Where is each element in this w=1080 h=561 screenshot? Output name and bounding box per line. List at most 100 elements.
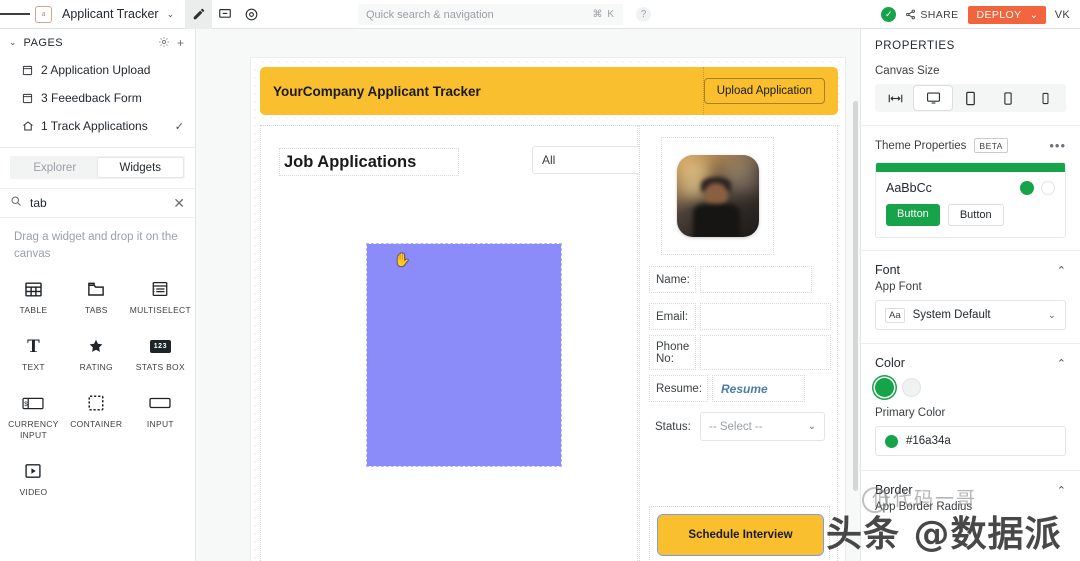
theme-properties-label: Theme Properties [875, 139, 967, 152]
canvas-size-section: Canvas Size [861, 61, 1080, 112]
canvas-area[interactable]: YourCompany Applicant Tracker Upload App… [196, 29, 860, 561]
theme-button-filled[interactable]: Button [886, 204, 940, 226]
chevron-up-icon[interactable]: ⌃ [1057, 484, 1066, 497]
border-section-header[interactable]: Border ⌃ [861, 471, 1080, 497]
canvas-scrollbar[interactable] [853, 101, 858, 491]
primary-color-field[interactable]: #16a34a [875, 426, 1066, 456]
color-section-header[interactable]: Color ⌃ [861, 344, 1080, 370]
widget-tabs[interactable]: TABS [65, 271, 128, 326]
theme-preview-card[interactable]: AaBbCc Button Button [875, 162, 1066, 238]
widget-drop-placeholder[interactable]: ✋ [366, 243, 562, 467]
widget-input[interactable]: INPUT [128, 385, 193, 451]
widget-table[interactable]: TABLE [2, 271, 65, 326]
app-root: a Applicant Tracker ⌄ Quick search & nav… [0, 0, 1080, 561]
widget-multiselect[interactable]: MULTISELECT [128, 271, 193, 326]
widget-label: INPUT [146, 419, 174, 429]
sidebar-item-label: 1 Track Applications [41, 119, 148, 133]
schedule-interview-button[interactable]: Schedule Interview [657, 514, 824, 556]
widget-label: RATING [79, 362, 113, 372]
widget-video[interactable]: VIDEO [2, 453, 65, 508]
avatar[interactable]: VK [1055, 9, 1070, 21]
widget-label: STATS BOX [135, 362, 185, 372]
top-bar: a Applicant Tracker ⌄ Quick search & nav… [0, 0, 1080, 29]
upload-application-button[interactable]: Upload Application [703, 78, 825, 104]
share-button[interactable]: SHARE [905, 9, 958, 21]
font-chip: Aa [885, 307, 905, 323]
canvas-size-desktop[interactable] [914, 86, 952, 110]
comment-icon[interactable] [212, 0, 238, 29]
more-options-icon[interactable]: ••• [1049, 138, 1066, 153]
sidebar-item-application-upload[interactable]: 2 Application Upload [0, 56, 195, 84]
job-applications-panel[interactable]: Job Applications All ⌄ ✋ [260, 125, 671, 561]
color-swatches [861, 370, 1080, 397]
help-icon[interactable]: ? [636, 7, 651, 22]
text-icon: T [27, 335, 40, 357]
chevron-up-icon[interactable]: ⌃ [1057, 264, 1066, 277]
input-icon [149, 393, 171, 413]
beta-badge: BETA [974, 138, 1008, 153]
color-swatch-neutral[interactable] [902, 378, 921, 397]
pages-title: PAGES [23, 36, 64, 49]
app-header-title: YourCompany Applicant Tracker [273, 67, 704, 115]
theme-button-outlined[interactable]: Button [947, 204, 1004, 226]
app-header-widget[interactable]: YourCompany Applicant Tracker Upload App… [260, 67, 838, 115]
resume-link[interactable]: Resume [721, 382, 768, 396]
search-input[interactable]: Quick search & navigation ⌘ K [358, 4, 623, 25]
resume-link-wrap[interactable]: Resume [712, 375, 805, 402]
name-label: Name: [649, 266, 696, 293]
theme-swatch-primary[interactable] [1020, 181, 1034, 195]
widget-stats-box[interactable]: 123 STATS BOX [128, 328, 193, 383]
preview-eye-icon[interactable] [238, 0, 264, 29]
page-title: Job Applications [279, 148, 459, 176]
app-font-select[interactable]: Aa System Default ⌄ [875, 300, 1066, 330]
theme-color-strip [876, 163, 1065, 172]
tab-explorer[interactable]: Explorer [12, 158, 98, 177]
search-icon [10, 194, 22, 212]
phone-field[interactable] [700, 335, 831, 370]
field-row-name: Name: [649, 266, 812, 293]
email-field[interactable] [700, 303, 831, 330]
widget-label: TEXT [21, 362, 45, 372]
widget-search-row: tab ✕ [0, 188, 195, 218]
color-swatch-primary[interactable] [875, 378, 894, 397]
canvas-size-fluid[interactable] [877, 86, 914, 110]
theme-properties-header: Theme Properties BETA ••• [861, 126, 1080, 153]
deploy-button[interactable]: DEPLOY ⌄ [967, 5, 1046, 24]
star-icon [88, 336, 104, 356]
canvas-size-tablet[interactable] [989, 86, 1026, 110]
theme-swatch-secondary[interactable] [1041, 181, 1055, 195]
chevron-down-icon[interactable]: ⌄ [9, 37, 17, 48]
page-icon [21, 65, 34, 76]
chevron-down-icon[interactable]: ⌄ [167, 9, 175, 20]
widget-search-input[interactable]: tab [30, 196, 165, 210]
add-page-icon[interactable]: + [177, 37, 184, 49]
widget-currency-input[interactable]: $ CURRENCY INPUT [2, 385, 65, 451]
widget-rating[interactable]: RATING [65, 328, 128, 383]
status-select[interactable]: -- Select -- ⌄ [700, 412, 825, 441]
tab-widgets[interactable]: Widgets [97, 158, 183, 177]
name-field[interactable] [700, 266, 812, 293]
close-icon[interactable]: ✕ [173, 196, 185, 210]
app-name[interactable]: Applicant Tracker [62, 7, 159, 21]
pages-header: ⌄ PAGES + [0, 29, 195, 56]
canvas-page[interactable]: YourCompany Applicant Tracker Upload App… [250, 57, 846, 561]
status-check-icon: ✓ [881, 7, 897, 22]
edit-pencil-icon[interactable] [186, 0, 213, 29]
font-section-header[interactable]: Font ⌃ [861, 251, 1080, 277]
chevron-up-icon[interactable]: ⌃ [1057, 357, 1066, 370]
svg-text:$: $ [25, 400, 29, 407]
menu-icon[interactable] [0, 0, 30, 29]
sidebar-item-feedback-form[interactable]: 3 Feeedback Form [0, 84, 195, 112]
widget-text[interactable]: T TEXT [2, 328, 65, 383]
canvas-size-mobile[interactable] [1027, 86, 1064, 110]
gear-icon[interactable] [158, 36, 170, 50]
sidebar-item-track-applications[interactable]: 1 Track Applications ✓ [0, 112, 195, 140]
widget-label: CURRENCY INPUT [8, 419, 59, 440]
canvas-size-tablet-large[interactable] [952, 86, 989, 110]
applicant-detail-panel[interactable]: Name: Email: Phone No: Resume: Resume St… [639, 125, 838, 561]
field-row-status: Status: -- Select -- ⌄ [649, 412, 825, 441]
field-row-phone: Phone No: [649, 335, 831, 370]
widget-container[interactable]: CONTAINER [65, 385, 128, 451]
status-label: Status: [655, 420, 691, 433]
field-row-resume: Resume: Resume [649, 375, 805, 402]
